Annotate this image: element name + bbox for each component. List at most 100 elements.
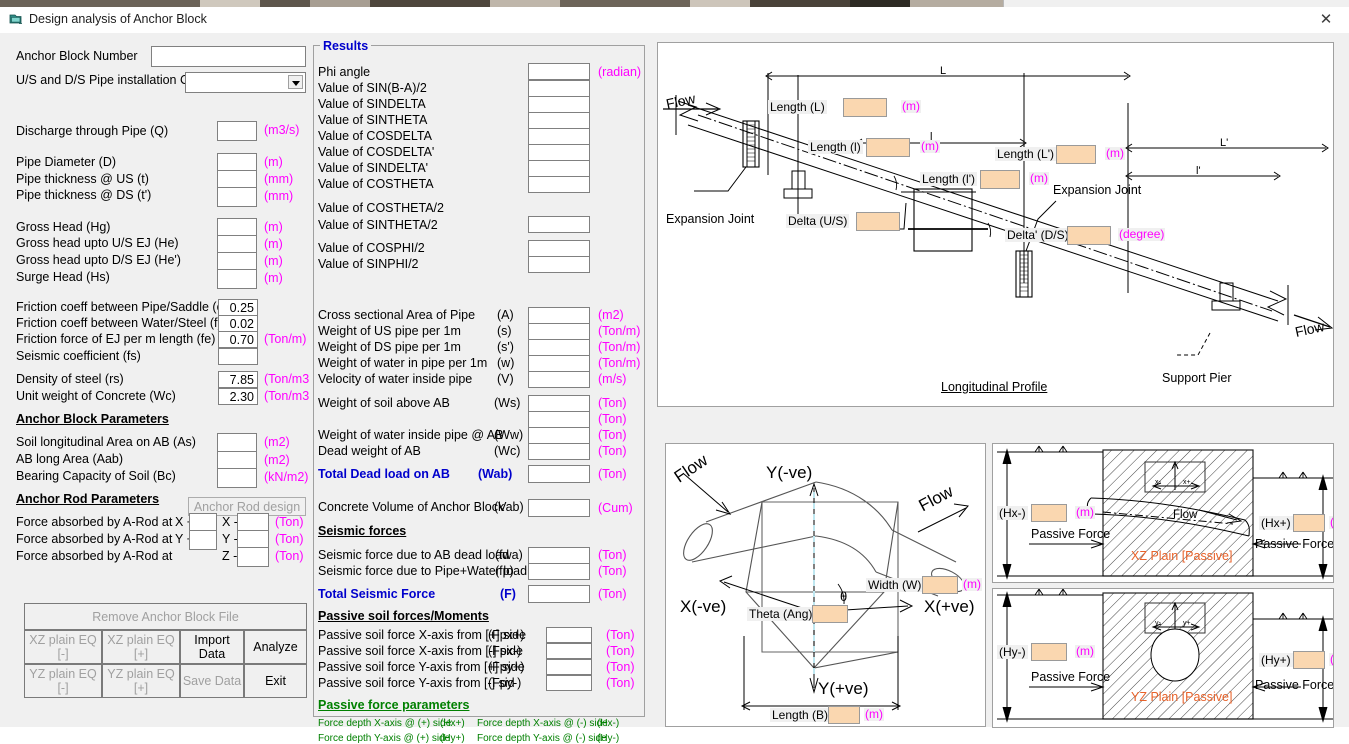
friction-ej-input[interactable]	[218, 331, 258, 348]
seismic-ab-dead-load-output[interactable]	[528, 547, 590, 564]
theta-symbol: θ	[840, 589, 848, 604]
soil-long-area-input[interactable]	[217, 433, 257, 453]
longitudinal-profile-drawing	[663, 71, 1333, 356]
sintheta2-output[interactable]	[528, 216, 590, 233]
length-B-input[interactable]	[828, 706, 860, 724]
density-steel-input[interactable]	[218, 371, 258, 388]
sindelta-output[interactable]	[528, 96, 590, 113]
pipe-thickness-ds-input[interactable]	[217, 187, 257, 207]
weight-water-pipe-label: Weight of water in pipe per 1m	[318, 356, 488, 370]
total-dead-load-output[interactable]	[528, 465, 590, 483]
cosdelta-output[interactable]	[528, 128, 590, 145]
costheta-output[interactable]	[528, 176, 590, 193]
weight-us-pipe-output[interactable]	[528, 323, 590, 340]
velocity-water-output[interactable]	[528, 371, 590, 388]
friction-water-steel-input[interactable]	[218, 315, 258, 332]
fpy-minus-output[interactable]	[546, 675, 592, 691]
fpx-plus-output[interactable]	[546, 627, 592, 643]
weight-water-ab-output[interactable]	[528, 427, 590, 444]
weight-us-pipe-label: Weight of US pipe per 1m	[318, 324, 461, 338]
yz-plain-eq-plus-button[interactable]: YZ plain EQ [+]	[102, 664, 180, 698]
fpx-minus-output[interactable]	[546, 643, 592, 659]
friction-pipe-saddle-input[interactable]	[218, 299, 258, 316]
axis-y-negative-label: Y(-ve)	[766, 463, 813, 482]
hy-plus-depth-input[interactable]	[1293, 651, 1325, 669]
seismic-ab-dead-load-unit: (Ton)	[598, 548, 627, 562]
chevron-down-icon[interactable]	[288, 75, 303, 89]
anchor-block-number-input[interactable]	[151, 46, 306, 67]
delta-us-input[interactable]	[856, 212, 900, 231]
import-data-button[interactable]: Import Data	[180, 630, 244, 664]
delta-ds-input[interactable]	[1067, 226, 1111, 245]
hx-minus-depth-input[interactable]	[1031, 504, 1067, 522]
expansion-joint-right-label: Expansion Joint	[1053, 183, 1142, 197]
width-w-label: Width (W)	[866, 578, 924, 592]
weight-water-pipe-output[interactable]	[528, 355, 590, 372]
phi-angle-output[interactable]	[528, 63, 590, 80]
force-arod-y-pos-input[interactable]	[189, 530, 217, 550]
length-L-prime-input[interactable]	[1056, 145, 1096, 164]
weight-soil-above-ab-output[interactable]	[528, 395, 590, 412]
density-steel-unit: (Ton/m3	[264, 372, 310, 386]
save-data-button[interactable]: Save Data	[180, 664, 244, 698]
sinphi2-output[interactable]	[528, 256, 590, 273]
bearing-capacity-input[interactable]	[217, 468, 257, 488]
yz-plain-eq-minus-button[interactable]: YZ plain EQ [-]	[24, 664, 102, 698]
fpx-minus-symbol: (Fpx-)	[488, 644, 522, 658]
force-arod-x-unit: (Ton)	[275, 515, 304, 529]
friction-ej-unit: (Ton/m)	[264, 332, 307, 346]
fpy-plus-output[interactable]	[546, 659, 592, 675]
dead-weight-ab-output[interactable]	[528, 443, 590, 460]
hx-plus-depth-input[interactable]	[1293, 514, 1325, 532]
hx-minus-depth-symbol: (Hx-)	[997, 506, 1028, 520]
total-dead-load-unit: (Ton)	[598, 467, 627, 481]
soil-long-area-unit: (m2)	[264, 435, 290, 449]
theta-ang-input[interactable]	[812, 605, 848, 623]
pipe-thickness-us-unit: (mm)	[264, 172, 294, 186]
analyze-button[interactable]: Analyze	[244, 630, 307, 664]
weight-soil-extra-output[interactable]	[528, 411, 590, 428]
force-arod-z-unit: (Ton)	[275, 549, 304, 563]
yz-plain-title: YZ Plain [Passive]	[1131, 690, 1233, 704]
sintheta-output[interactable]	[528, 112, 590, 129]
seismic-pipe-water-output[interactable]	[528, 563, 590, 580]
force-arod-y-label: Force absorbed by A-Rod at	[16, 532, 173, 546]
yz-right-passive-force-label: Passive Force	[1255, 678, 1334, 692]
weight-us-pipe-symbol: (s)	[497, 324, 512, 338]
sin-ba2-output[interactable]	[528, 80, 590, 97]
force-arod-z-neg-input[interactable]	[237, 547, 269, 567]
seismic-coeff-input[interactable]	[218, 348, 258, 365]
length-L-input[interactable]	[843, 98, 887, 117]
sindelta-prime-output[interactable]	[528, 160, 590, 177]
xz-inset-axis-plus: x+	[1183, 479, 1191, 486]
xz-plain-passive-picture: (Hx-) (m) Passive Force (Hx+) (m Passive…	[992, 443, 1334, 583]
cosphi2-output[interactable]	[528, 240, 590, 257]
cosdelta-prime-output[interactable]	[528, 144, 590, 161]
unit-weight-concrete-input[interactable]	[218, 388, 258, 405]
total-seismic-force-output[interactable]	[528, 585, 590, 603]
seismic-pipe-water-unit: (Ton)	[598, 564, 627, 578]
install-case-combobox[interactable]	[185, 72, 306, 93]
close-button[interactable]: ✕	[1303, 7, 1349, 33]
hy-minus-depth-input[interactable]	[1031, 643, 1067, 661]
weight-ds-pipe-output[interactable]	[528, 339, 590, 356]
width-w-input[interactable]	[922, 576, 958, 594]
concrete-volume-output[interactable]	[528, 499, 590, 517]
xz-plain-eq-minus-button[interactable]: XZ plain EQ [-]	[24, 630, 102, 664]
dim-letter-L-prime: L'	[1220, 137, 1229, 149]
exit-button[interactable]: Exit	[244, 664, 307, 698]
length-l-prime-input[interactable]	[980, 170, 1020, 189]
pipe-area-output[interactable]	[528, 307, 590, 324]
yz-inset-axis-minus: y-	[1155, 620, 1161, 627]
weight-soil-above-ab-symbol: (Ws)	[494, 396, 521, 410]
fpx-minus-unit: (Ton)	[606, 644, 635, 658]
remove-anchor-block-file-button[interactable]: Remove Anchor Block File	[24, 603, 307, 630]
ab-long-area-label: AB long Area (Aab)	[16, 452, 124, 466]
length-l-label: Length (l)	[808, 140, 863, 154]
surge-head-input[interactable]	[217, 269, 257, 289]
xz-plain-eq-plus-button[interactable]: XZ plain EQ [+]	[102, 630, 180, 664]
discharge-input[interactable]	[217, 121, 257, 141]
surge-head-unit: (m)	[264, 271, 283, 285]
total-dead-load-symbol: (Wab)	[478, 467, 513, 481]
length-l-input[interactable]	[866, 138, 910, 157]
